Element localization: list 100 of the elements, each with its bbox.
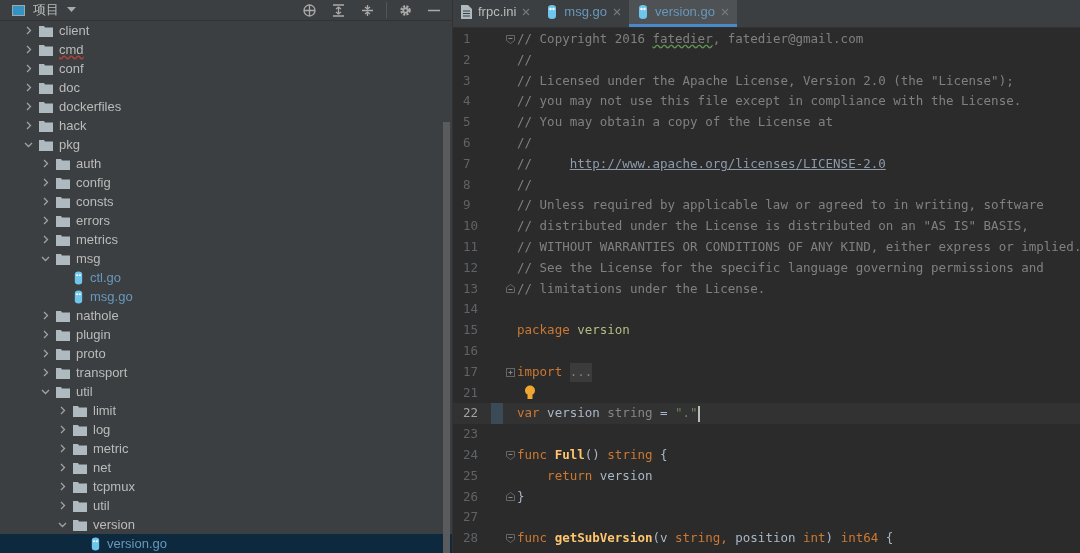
folder-row[interactable]: util <box>0 496 452 515</box>
folder-name: plugin <box>76 325 111 344</box>
folder-icon <box>56 233 70 246</box>
chevron-down-icon[interactable] <box>24 140 33 149</box>
file-row[interactable]: ctl.go <box>0 268 452 287</box>
code-token: , fatedier@gmail.com <box>712 30 864 48</box>
line-number: 24 <box>462 445 480 464</box>
folder-row[interactable]: transport <box>0 363 452 382</box>
folder-row[interactable]: conf <box>0 59 452 78</box>
chevron-right-icon[interactable] <box>41 216 50 225</box>
chevron-right-icon[interactable] <box>41 349 50 358</box>
folder-row[interactable]: errors <box>0 211 452 230</box>
folder-row[interactable]: limit <box>0 401 452 420</box>
expand-all-icon[interactable] <box>332 3 345 17</box>
folder-name: consts <box>76 192 114 211</box>
chevron-right-icon[interactable] <box>41 368 50 377</box>
line-number: 5 <box>462 113 472 132</box>
chevron-right-icon[interactable] <box>24 83 33 92</box>
chevron-right-icon[interactable] <box>24 64 33 73</box>
folder-row[interactable]: metric <box>0 439 452 458</box>
settings-icon[interactable] <box>399 3 412 17</box>
locate-icon[interactable] <box>303 3 316 17</box>
scrollbar[interactable] <box>443 122 450 553</box>
folder-row[interactable]: pkg <box>0 135 452 154</box>
folder-icon <box>73 423 87 436</box>
code-token: int <box>803 529 826 548</box>
folder-row[interactable]: msg <box>0 249 452 268</box>
code-token: // <box>517 50 533 69</box>
folder-row[interactable]: config <box>0 173 452 192</box>
chevron-right-icon[interactable] <box>58 463 67 472</box>
chevron-right-icon[interactable] <box>41 330 50 339</box>
line-number: 14 <box>462 300 480 319</box>
folder-row[interactable]: plugin <box>0 325 452 344</box>
chevron-right-icon[interactable] <box>58 406 67 415</box>
folder-row[interactable]: client <box>0 21 452 40</box>
folder-icon <box>56 157 70 170</box>
chevron-right-icon[interactable] <box>41 311 50 320</box>
chevron-right-icon[interactable] <box>41 178 50 187</box>
folder-row[interactable]: dockerfiles <box>0 97 452 116</box>
file-row[interactable]: version.go <box>0 534 452 553</box>
chevron-right-icon[interactable] <box>58 482 67 491</box>
folder-row[interactable]: consts <box>0 192 452 211</box>
code-token: { <box>659 445 668 464</box>
folder-row[interactable]: net <box>0 458 452 477</box>
chevron-right-icon[interactable] <box>24 121 33 130</box>
chevron-right-icon[interactable] <box>41 159 50 168</box>
chevron-right-icon[interactable] <box>41 197 50 206</box>
code-link[interactable]: http://www.apache.org/licenses/LICENSE-2.0 <box>569 154 886 174</box>
folder-row[interactable]: log <box>0 420 452 439</box>
code-token: ) <box>825 529 835 548</box>
chevron-right-icon[interactable] <box>58 501 67 510</box>
folder-row[interactable]: nathole <box>0 306 452 325</box>
chevron-right-icon[interactable] <box>24 45 33 54</box>
file-row[interactable]: msg.go <box>0 287 452 306</box>
code-token: // Licensed under the Apache License, Version 2.0 (the "License"); <box>517 71 1014 90</box>
folder-icon <box>73 461 87 474</box>
close-icon[interactable] <box>522 8 531 16</box>
editor-tab[interactable]: frpc.ini <box>453 0 539 27</box>
folder-row[interactable]: version <box>0 515 452 534</box>
dropdown-icon[interactable] <box>67 7 76 13</box>
chevron-right-icon[interactable] <box>24 102 33 111</box>
expand-icon[interactable] <box>505 367 515 377</box>
folder-row[interactable]: hack <box>0 116 452 135</box>
chevron-down-icon[interactable] <box>58 520 67 529</box>
fold-icon[interactable] <box>505 284 515 294</box>
chevron-down-icon[interactable] <box>41 387 50 396</box>
folder-icon <box>56 328 70 341</box>
folder-name: conf <box>59 59 84 78</box>
gopher-icon <box>636 5 649 19</box>
chevron-right-icon[interactable] <box>41 235 50 244</box>
chevron-down-icon[interactable] <box>41 254 50 263</box>
gopher-icon <box>73 270 84 285</box>
collapse-all-icon[interactable] <box>361 3 374 17</box>
folder-row[interactable]: cmd <box>0 40 452 59</box>
folder-name: tcpmux <box>93 477 135 496</box>
code-token: // you may not use this file except in compliance with the License. <box>517 92 1022 111</box>
code-token: fatedier <box>652 30 713 48</box>
fold-icon[interactable] <box>505 450 515 460</box>
folder-row[interactable]: tcpmux <box>0 477 452 496</box>
line-number: 9 <box>462 196 472 215</box>
code-token: getSubVersion <box>554 529 653 548</box>
chevron-right-icon[interactable] <box>58 444 67 453</box>
folder-row[interactable]: proto <box>0 344 452 363</box>
fold-icon[interactable] <box>505 534 515 543</box>
fold-icon[interactable] <box>505 34 515 44</box>
fold-icon[interactable] <box>505 492 515 502</box>
editor-tab[interactable]: msg.go <box>538 0 629 27</box>
line-number: 13 <box>462 279 480 298</box>
chevron-right-icon[interactable] <box>24 26 33 35</box>
close-icon[interactable] <box>612 8 621 16</box>
lightbulb-icon[interactable] <box>524 385 536 401</box>
folder-icon <box>56 214 70 227</box>
line-number: 11 <box>462 238 480 256</box>
folder-row[interactable]: metrics <box>0 230 452 249</box>
folder-row[interactable]: util <box>0 382 452 401</box>
folder-row[interactable]: auth <box>0 154 452 173</box>
chevron-right-icon[interactable] <box>58 425 67 434</box>
folder-row[interactable]: doc <box>0 78 452 97</box>
folder-icon <box>56 385 70 398</box>
line-number: 12 <box>462 258 480 277</box>
